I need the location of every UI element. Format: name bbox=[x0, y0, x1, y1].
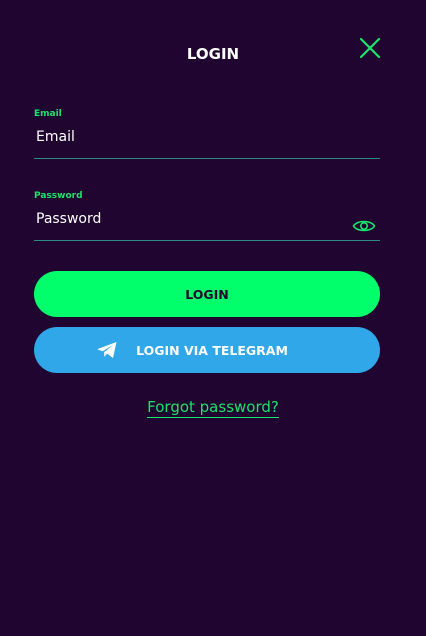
telegram-icon bbox=[97, 342, 117, 358]
password-field-group: Password bbox=[34, 191, 380, 241]
email-field-group: Email bbox=[34, 109, 380, 159]
forgot-password-link[interactable]: Forgot password? bbox=[147, 398, 279, 418]
password-input[interactable] bbox=[34, 205, 380, 241]
login-button[interactable]: LOGIN bbox=[34, 271, 380, 317]
forgot-password-wrapper: Forgot password? bbox=[0, 397, 426, 418]
login-telegram-button[interactable]: LOGIN VIA TELEGRAM bbox=[34, 327, 380, 373]
password-label: Password bbox=[34, 191, 83, 201]
close-icon bbox=[359, 37, 381, 59]
password-visibility-toggle[interactable] bbox=[352, 217, 376, 235]
email-label: Email bbox=[34, 109, 62, 119]
telegram-button-label: LOGIN VIA TELEGRAM bbox=[136, 342, 288, 358]
login-button-label: LOGIN bbox=[185, 286, 229, 302]
email-input[interactable] bbox=[34, 123, 380, 159]
close-button[interactable] bbox=[358, 36, 382, 60]
eye-icon bbox=[352, 220, 376, 232]
